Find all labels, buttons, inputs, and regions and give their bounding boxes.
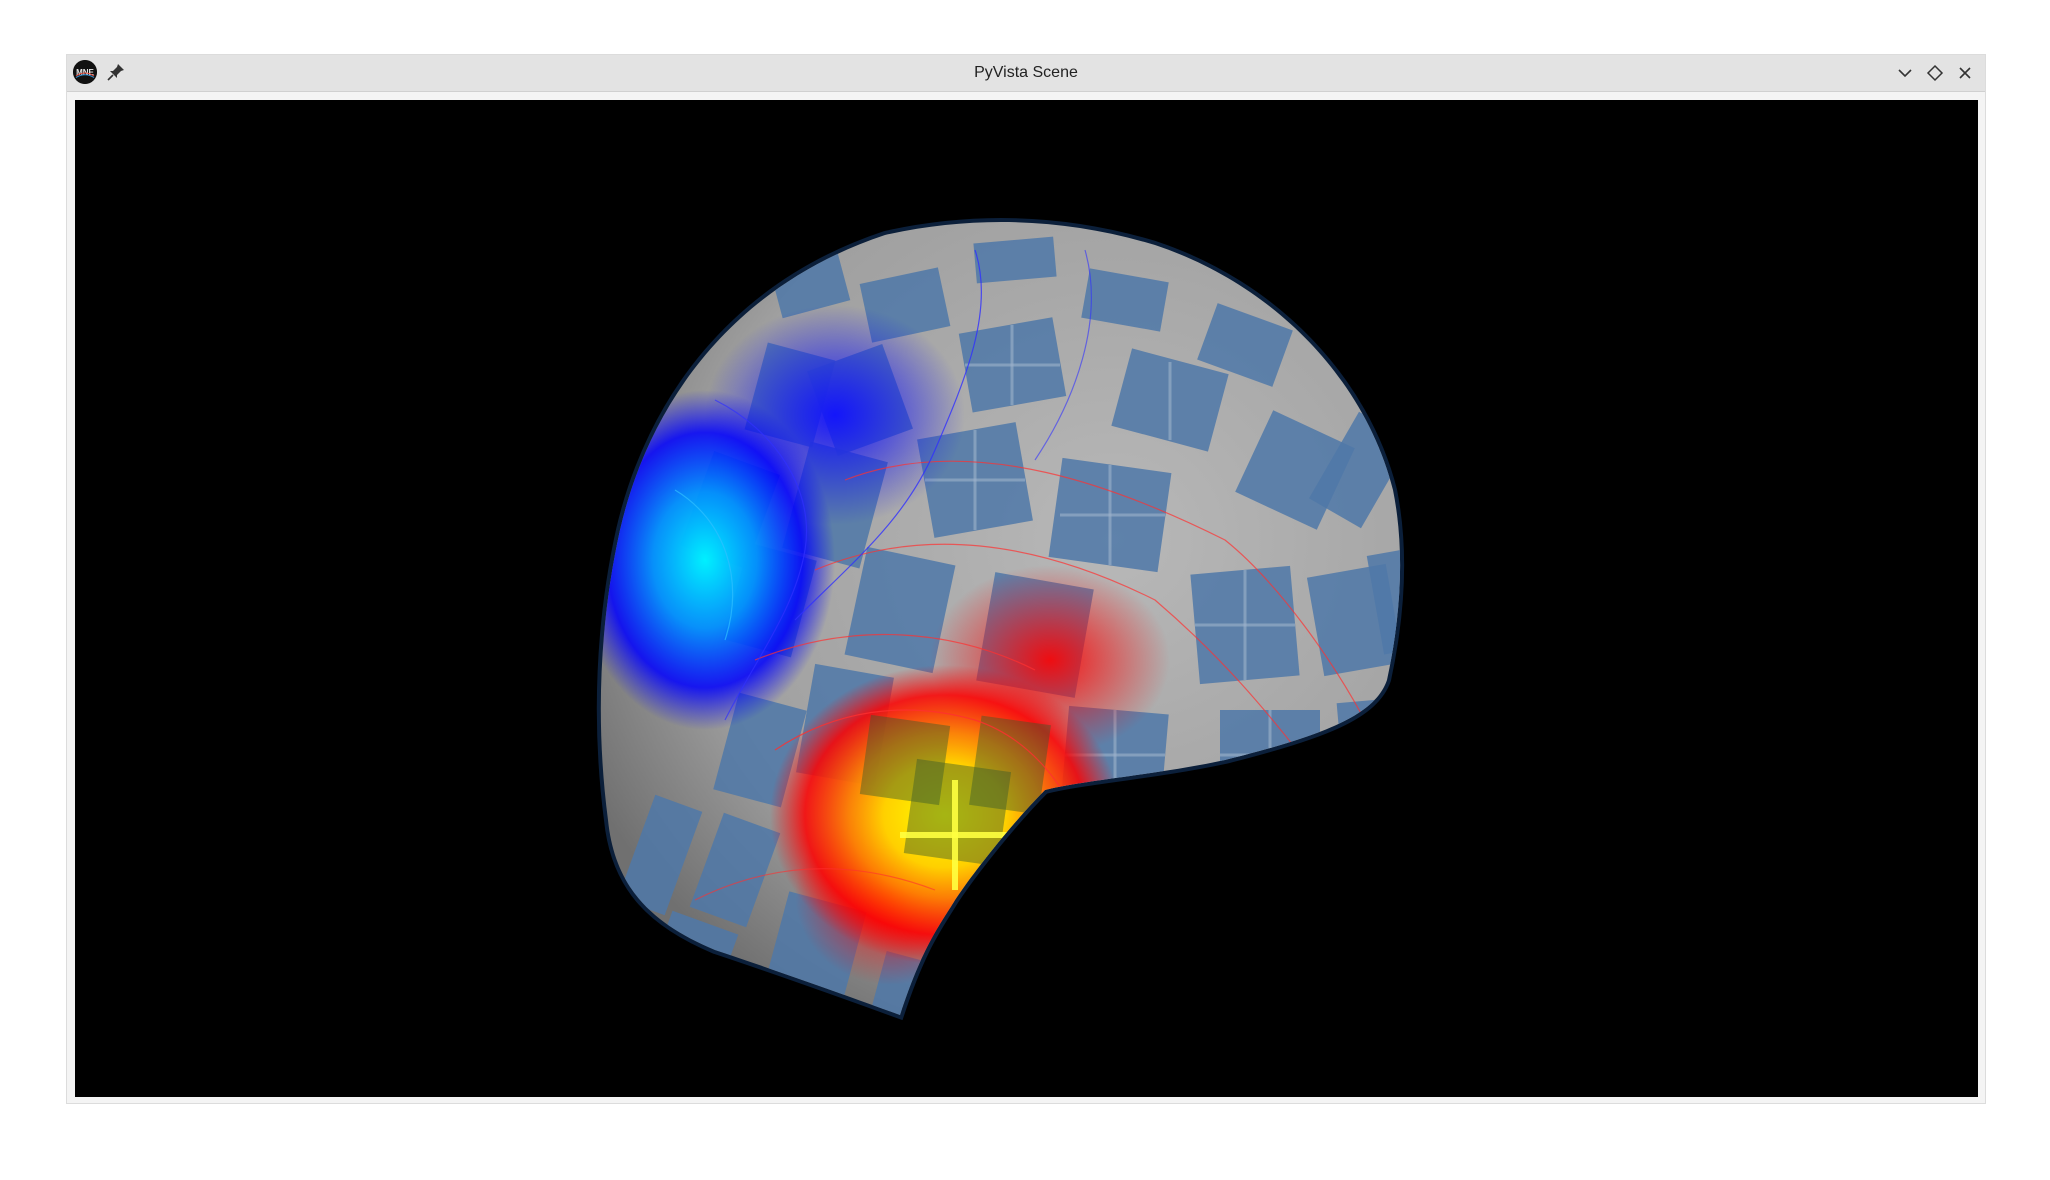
pin-icon[interactable] xyxy=(105,61,127,83)
close-button[interactable] xyxy=(1953,61,1977,85)
render-viewport[interactable] xyxy=(75,100,1978,1097)
diamond-icon xyxy=(1926,64,1944,82)
close-icon xyxy=(1959,67,1971,79)
mne-logo-icon: MNE xyxy=(73,60,97,84)
cyan-activation xyxy=(600,390,835,730)
pyvista-window: MNE PyVista Scene xyxy=(66,54,1986,1104)
maximize-button[interactable] xyxy=(1923,61,1947,85)
window-title: PyVista Scene xyxy=(974,64,1078,81)
head-surface xyxy=(600,222,1401,1015)
minimize-button[interactable] xyxy=(1893,61,1917,85)
head-scene xyxy=(596,218,1405,1021)
chevron-down-icon xyxy=(1898,69,1912,78)
title-bar[interactable]: MNE PyVista Scene xyxy=(67,55,1985,92)
